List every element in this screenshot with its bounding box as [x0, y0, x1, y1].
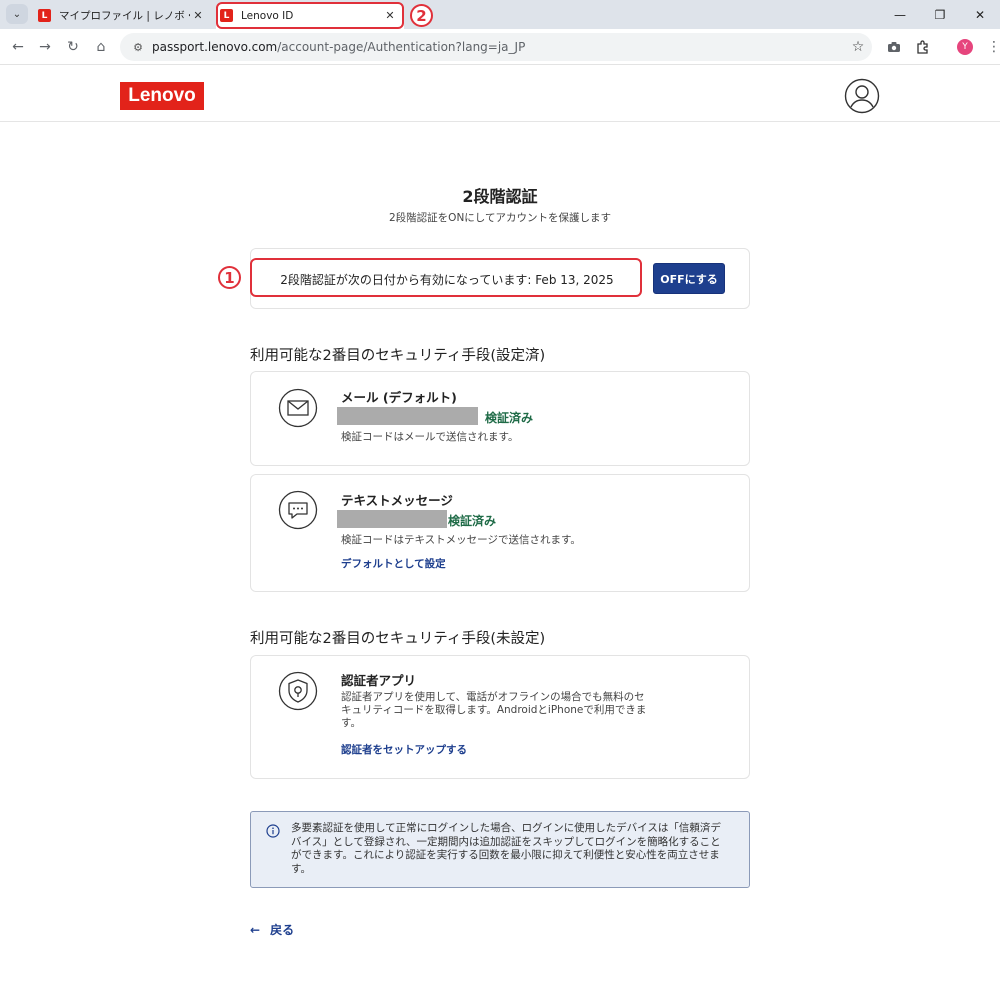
- close-window-icon[interactable]: ✕: [960, 0, 1000, 29]
- browser-tab-bar: ⌄ L マイプロファイル | レノボ・ジャパン ✕ L Lenovo ID ✕ …: [0, 0, 1000, 29]
- site-header: Lenovo: [0, 66, 1000, 122]
- turn-off-button[interactable]: OFFにする: [653, 263, 725, 294]
- method-card-email: メール (デフォルト) 検証済み 検証コードはメールで送信されます。: [250, 371, 750, 466]
- method-name: テキストメッセージ: [341, 493, 453, 508]
- annotation-highlight-tab: [216, 2, 404, 29]
- method-card-authenticator-app: 認証者アプリ 認証者アプリを使用して、電話がオフラインの場合でも無料のセ キュリ…: [250, 655, 750, 779]
- setup-authenticator-link[interactable]: 認証者をセットアップする: [341, 742, 467, 757]
- method-name: メール (デフォルト): [341, 390, 457, 405]
- verified-status: 検証済み: [485, 411, 534, 425]
- back-link[interactable]: ← 戻る: [250, 921, 294, 938]
- trusted-device-info-box: 多要素認証を使用して正常にログインした場合、ログインに使用したデバイスは「信頼済…: [250, 811, 750, 888]
- back-arrow-icon: ←: [250, 922, 261, 937]
- minimize-icon[interactable]: —: [880, 0, 920, 29]
- info-icon: [266, 824, 280, 838]
- tab-my-profile[interactable]: L マイプロファイル | レノボ・ジャパン ✕: [34, 2, 212, 29]
- method-description: 検証コードはテキストメッセージで送信されます。: [341, 534, 581, 546]
- mail-icon: [278, 388, 318, 428]
- back-arrow-icon[interactable]: ←: [8, 37, 28, 57]
- reload-icon[interactable]: ↻: [63, 37, 83, 57]
- method-description-line: 認証者アプリを使用して、電話がオフラインの場合でも無料のセ: [341, 691, 645, 703]
- bookmark-star-icon[interactable]: ☆: [844, 39, 872, 55]
- home-icon[interactable]: ⌂: [91, 37, 111, 57]
- lenovo-favicon-icon: L: [38, 9, 51, 22]
- method-description-line: キュリティコードを取得します。AndroidとiPhoneで利用できま: [341, 704, 647, 716]
- back-label: 戻る: [270, 923, 295, 937]
- page-subtitle: 2段階認証をONにしてアカウントを保護します: [389, 212, 611, 224]
- annotation-marker-1: 1: [218, 266, 241, 289]
- configured-methods-heading: 利用可能な2番目のセキュリティ手段(設定済): [250, 348, 546, 364]
- method-description-line: す。: [341, 717, 361, 729]
- method-description: 検証コードはメールで送信されます。: [341, 431, 519, 443]
- annotation-highlight-status: [250, 258, 642, 297]
- annotation-marker-2: 2: [410, 4, 433, 27]
- extensions-puzzle-icon[interactable]: [913, 37, 933, 57]
- page-title: 2段階認証: [462, 187, 538, 206]
- tab-title: マイプロファイル | レノボ・ジャパン: [59, 10, 190, 22]
- redacted-email: [337, 407, 478, 425]
- restore-icon[interactable]: ❐: [920, 0, 960, 29]
- screenshot-camera-icon[interactable]: [884, 37, 904, 57]
- shield-lock-icon: [278, 671, 318, 711]
- method-card-text-message: テキストメッセージ 検証済み 検証コードはテキストメッセージで送信されます。 デ…: [250, 474, 750, 592]
- forward-arrow-icon[interactable]: →: [35, 37, 55, 57]
- close-icon[interactable]: ✕: [190, 9, 206, 22]
- lenovo-logo[interactable]: Lenovo: [120, 82, 204, 110]
- browser-toolbar: ← → ↻ ⌂ ⚙ passport.lenovo.com/account-pa…: [0, 29, 1000, 65]
- verified-status: 検証済み: [448, 514, 497, 528]
- info-text: 多要素認証を使用して正常にログインした場合、ログインに使用したデバイスは「信頼済…: [291, 822, 721, 875]
- redacted-phone: [337, 510, 447, 528]
- unconfigured-methods-heading: 利用可能な2番目のセキュリティ手段(未設定): [250, 631, 546, 647]
- url-text[interactable]: passport.lenovo.com/account-page/Authent…: [152, 40, 844, 54]
- window-controls: — ❐ ✕: [880, 0, 1000, 29]
- address-bar[interactable]: ⚙ passport.lenovo.com/account-page/Authe…: [120, 33, 872, 61]
- site-info-icon[interactable]: ⚙: [124, 41, 152, 54]
- profile-avatar[interactable]: Y: [957, 39, 973, 55]
- tab-search-button[interactable]: ⌄: [6, 4, 28, 24]
- method-name: 認証者アプリ: [341, 673, 417, 688]
- more-menu-icon[interactable]: ⋮: [984, 37, 1000, 57]
- user-account-icon[interactable]: [844, 78, 880, 114]
- chat-icon: [278, 490, 318, 530]
- set-default-link[interactable]: デフォルトとして設定: [341, 556, 446, 571]
